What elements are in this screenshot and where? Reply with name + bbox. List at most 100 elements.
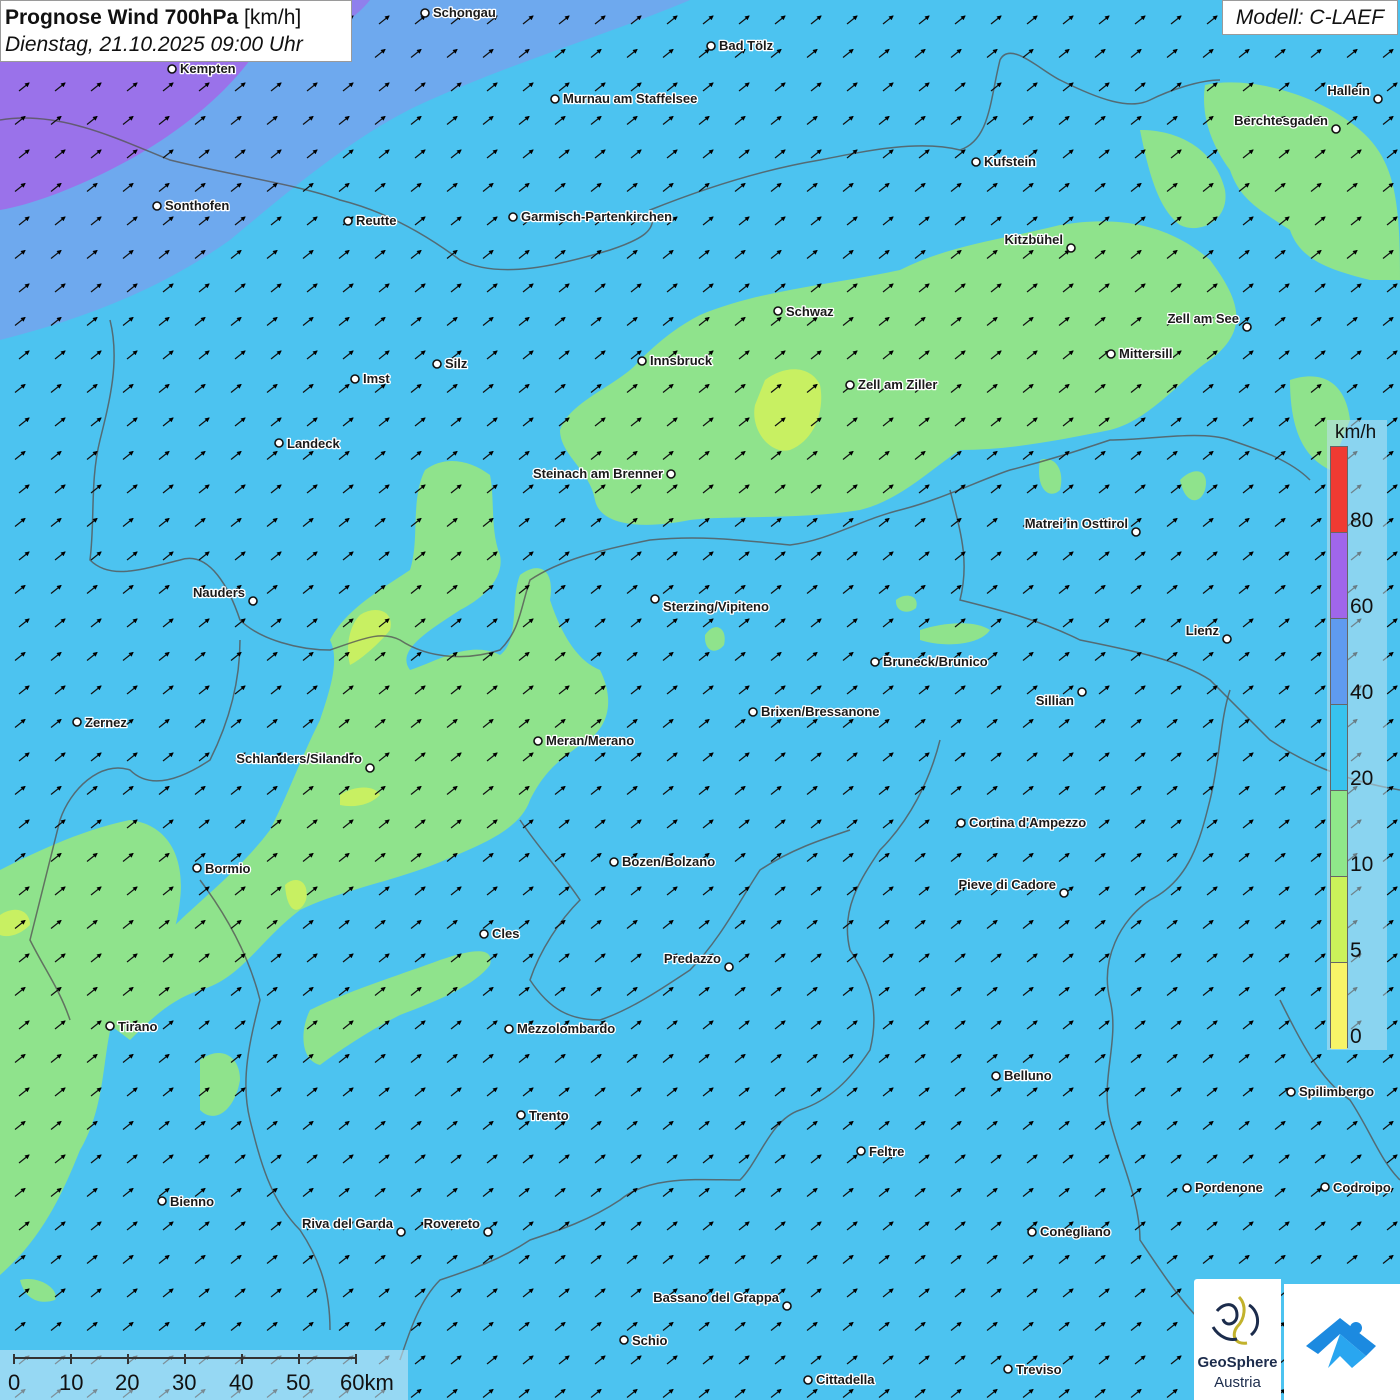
scale-label-0: 0	[8, 1370, 21, 1395]
city-marker-kitzb-hel[interactable]	[1066, 243, 1076, 253]
city-marker-matrei-in-osttirol[interactable]	[1131, 527, 1141, 537]
city-label-bruneck-brunico: Bruneck/Brunico	[883, 654, 988, 669]
city-marker-zernez[interactable]	[72, 717, 82, 727]
legend-segment-above-80	[1331, 447, 1347, 533]
city-label-bormio: Bormio	[205, 861, 251, 876]
city-marker-murnau-am-staffelsee[interactable]	[550, 94, 560, 104]
city-marker-nauders[interactable]	[248, 596, 258, 606]
map-title: Prognose Wind 700hPa [km/h]	[5, 4, 347, 31]
legend-tick-0: 0	[1350, 1025, 1362, 1048]
city-label-berchtesgaden: Berchtesgaden	[1234, 113, 1328, 128]
city-marker-garmisch-partenkirchen[interactable]	[508, 212, 518, 222]
city-marker-schio[interactable]	[619, 1335, 629, 1345]
city-marker-feltre[interactable]	[856, 1146, 866, 1156]
city-marker-codroipo[interactable]	[1320, 1182, 1330, 1192]
city-label-bienno: Bienno	[170, 1194, 214, 1209]
city-marker-kempten[interactable]	[167, 64, 177, 74]
city-marker-berchtesgaden[interactable]	[1331, 124, 1341, 134]
app-logo[interactable]	[1284, 1284, 1400, 1400]
city-marker-steinach-am-brenner[interactable]	[666, 469, 676, 479]
city-label-murnau-am-staffelsee: Murnau am Staffelsee	[563, 91, 697, 106]
city-marker-bozen-bolzano[interactable]	[609, 857, 619, 867]
geosphere-subtitle: Austria	[1214, 1374, 1261, 1391]
city-marker-sonthofen[interactable]	[152, 201, 162, 211]
city-label-nauders: Nauders	[193, 585, 245, 600]
city-marker-reutte[interactable]	[343, 216, 353, 226]
city-marker-hallein[interactable]	[1373, 94, 1383, 104]
city-marker-treviso[interactable]	[1003, 1364, 1013, 1374]
city-marker-cittadella[interactable]	[803, 1375, 813, 1385]
city-marker-lienz[interactable]	[1222, 634, 1232, 644]
city-marker-zell-am-ziller[interactable]	[845, 380, 855, 390]
city-marker-cles[interactable]	[479, 929, 489, 939]
legend-unit: km/h	[1335, 422, 1377, 443]
city-marker-silz[interactable]	[432, 359, 442, 369]
city-label-kempten: Kempten	[180, 61, 236, 76]
city-marker-conegliano[interactable]	[1027, 1227, 1037, 1237]
city-marker-bienno[interactable]	[157, 1196, 167, 1206]
city-marker-bormio[interactable]	[192, 863, 202, 873]
city-label-cittadella: Cittadella	[816, 1372, 875, 1387]
city-label-schio: Schio	[632, 1333, 667, 1348]
city-marker-spilimbergo[interactable]	[1286, 1087, 1296, 1097]
city-label-zell-am-ziller: Zell am Ziller	[858, 377, 937, 392]
city-marker-mittersill[interactable]	[1106, 349, 1116, 359]
legend-tick-5: 5	[1350, 939, 1362, 962]
city-marker-schongau[interactable]	[420, 8, 430, 18]
city-marker-innsbruck[interactable]	[637, 356, 647, 366]
city-label-lienz: Lienz	[1186, 623, 1220, 638]
city-marker-landeck[interactable]	[274, 438, 284, 448]
city-label-trento: Trento	[529, 1108, 569, 1123]
city-label-mittersill: Mittersill	[1119, 346, 1172, 361]
city-marker-sillian[interactable]	[1077, 687, 1087, 697]
city-label-meran-merano: Meran/Merano	[546, 733, 634, 748]
city-marker-riva-del-garda[interactable]	[396, 1227, 406, 1237]
city-marker-schlanders-silandro[interactable]	[365, 763, 375, 773]
city-label-tirano: Tirano	[118, 1019, 158, 1034]
city-marker-trento[interactable]	[516, 1110, 526, 1120]
city-label-sonthofen: Sonthofen	[165, 198, 229, 213]
city-label-steinach-am-brenner: Steinach am Brenner	[533, 466, 663, 481]
city-marker-pordenone[interactable]	[1182, 1183, 1192, 1193]
city-label-silz: Silz	[445, 356, 468, 371]
city-label-pordenone: Pordenone	[1195, 1180, 1263, 1195]
city-label-hallein: Hallein	[1327, 83, 1370, 98]
city-label-spilimbergo: Spilimbergo	[1299, 1084, 1374, 1099]
city-marker-belluno[interactable]	[991, 1071, 1001, 1081]
scale-label-50: 50	[286, 1370, 311, 1395]
city-marker-mezzolombardo[interactable]	[504, 1024, 514, 1034]
city-marker-predazzo[interactable]	[724, 962, 734, 972]
city-marker-brixen-bressanone[interactable]	[748, 707, 758, 717]
city-label-schlanders-silandro: Schlanders/Silandro	[236, 751, 362, 766]
legend-segment-5-10	[1331, 877, 1347, 963]
city-marker-bassano-del-grappa[interactable]	[782, 1301, 792, 1311]
city-marker-schwaz[interactable]	[773, 306, 783, 316]
legend-segment-0-5	[1331, 963, 1347, 1049]
wind-forecast-map[interactable]: Schongau Bad Tölz Kempten Murnau am Staffel…	[0, 0, 1400, 1400]
legend-colorbar	[1330, 446, 1348, 1049]
city-marker-meran-merano[interactable]	[533, 736, 543, 746]
legend-tick-80: 80	[1350, 509, 1374, 532]
city-marker-kufstein[interactable]	[971, 157, 981, 167]
geosphere-logo[interactable]: GeoSphere Austria	[1194, 1279, 1281, 1400]
city-marker-bruneck-brunico[interactable]	[870, 657, 880, 667]
legend-tick-40: 40	[1350, 681, 1374, 704]
scale-label-60: 60km	[340, 1370, 394, 1395]
city-label-innsbruck: Innsbruck	[650, 353, 713, 368]
city-label-sillian: Sillian	[1036, 693, 1074, 708]
city-label-garmisch-partenkirchen: Garmisch-Partenkirchen	[521, 209, 672, 224]
city-marker-imst[interactable]	[350, 374, 360, 384]
city-marker-rovereto[interactable]	[483, 1227, 493, 1237]
city-marker-cortina-d-ampezzo[interactable]	[956, 818, 966, 828]
city-marker-zell-am-see[interactable]	[1242, 322, 1252, 332]
city-marker-bad-t-lz[interactable]	[706, 41, 716, 51]
city-label-schongau: Schongau	[433, 5, 496, 20]
city-marker-sterzing-vipiteno[interactable]	[650, 594, 660, 604]
city-marker-tirano[interactable]	[105, 1021, 115, 1031]
city-label-conegliano: Conegliano	[1040, 1224, 1111, 1239]
city-label-riva-del-garda: Riva del Garda	[302, 1216, 394, 1231]
city-label-zernez: Zernez	[85, 715, 127, 730]
city-label-predazzo: Predazzo	[664, 951, 721, 966]
city-label-sterzing-vipiteno: Sterzing/Vipiteno	[663, 599, 769, 614]
city-marker-pieve-di-cadore[interactable]	[1059, 888, 1069, 898]
